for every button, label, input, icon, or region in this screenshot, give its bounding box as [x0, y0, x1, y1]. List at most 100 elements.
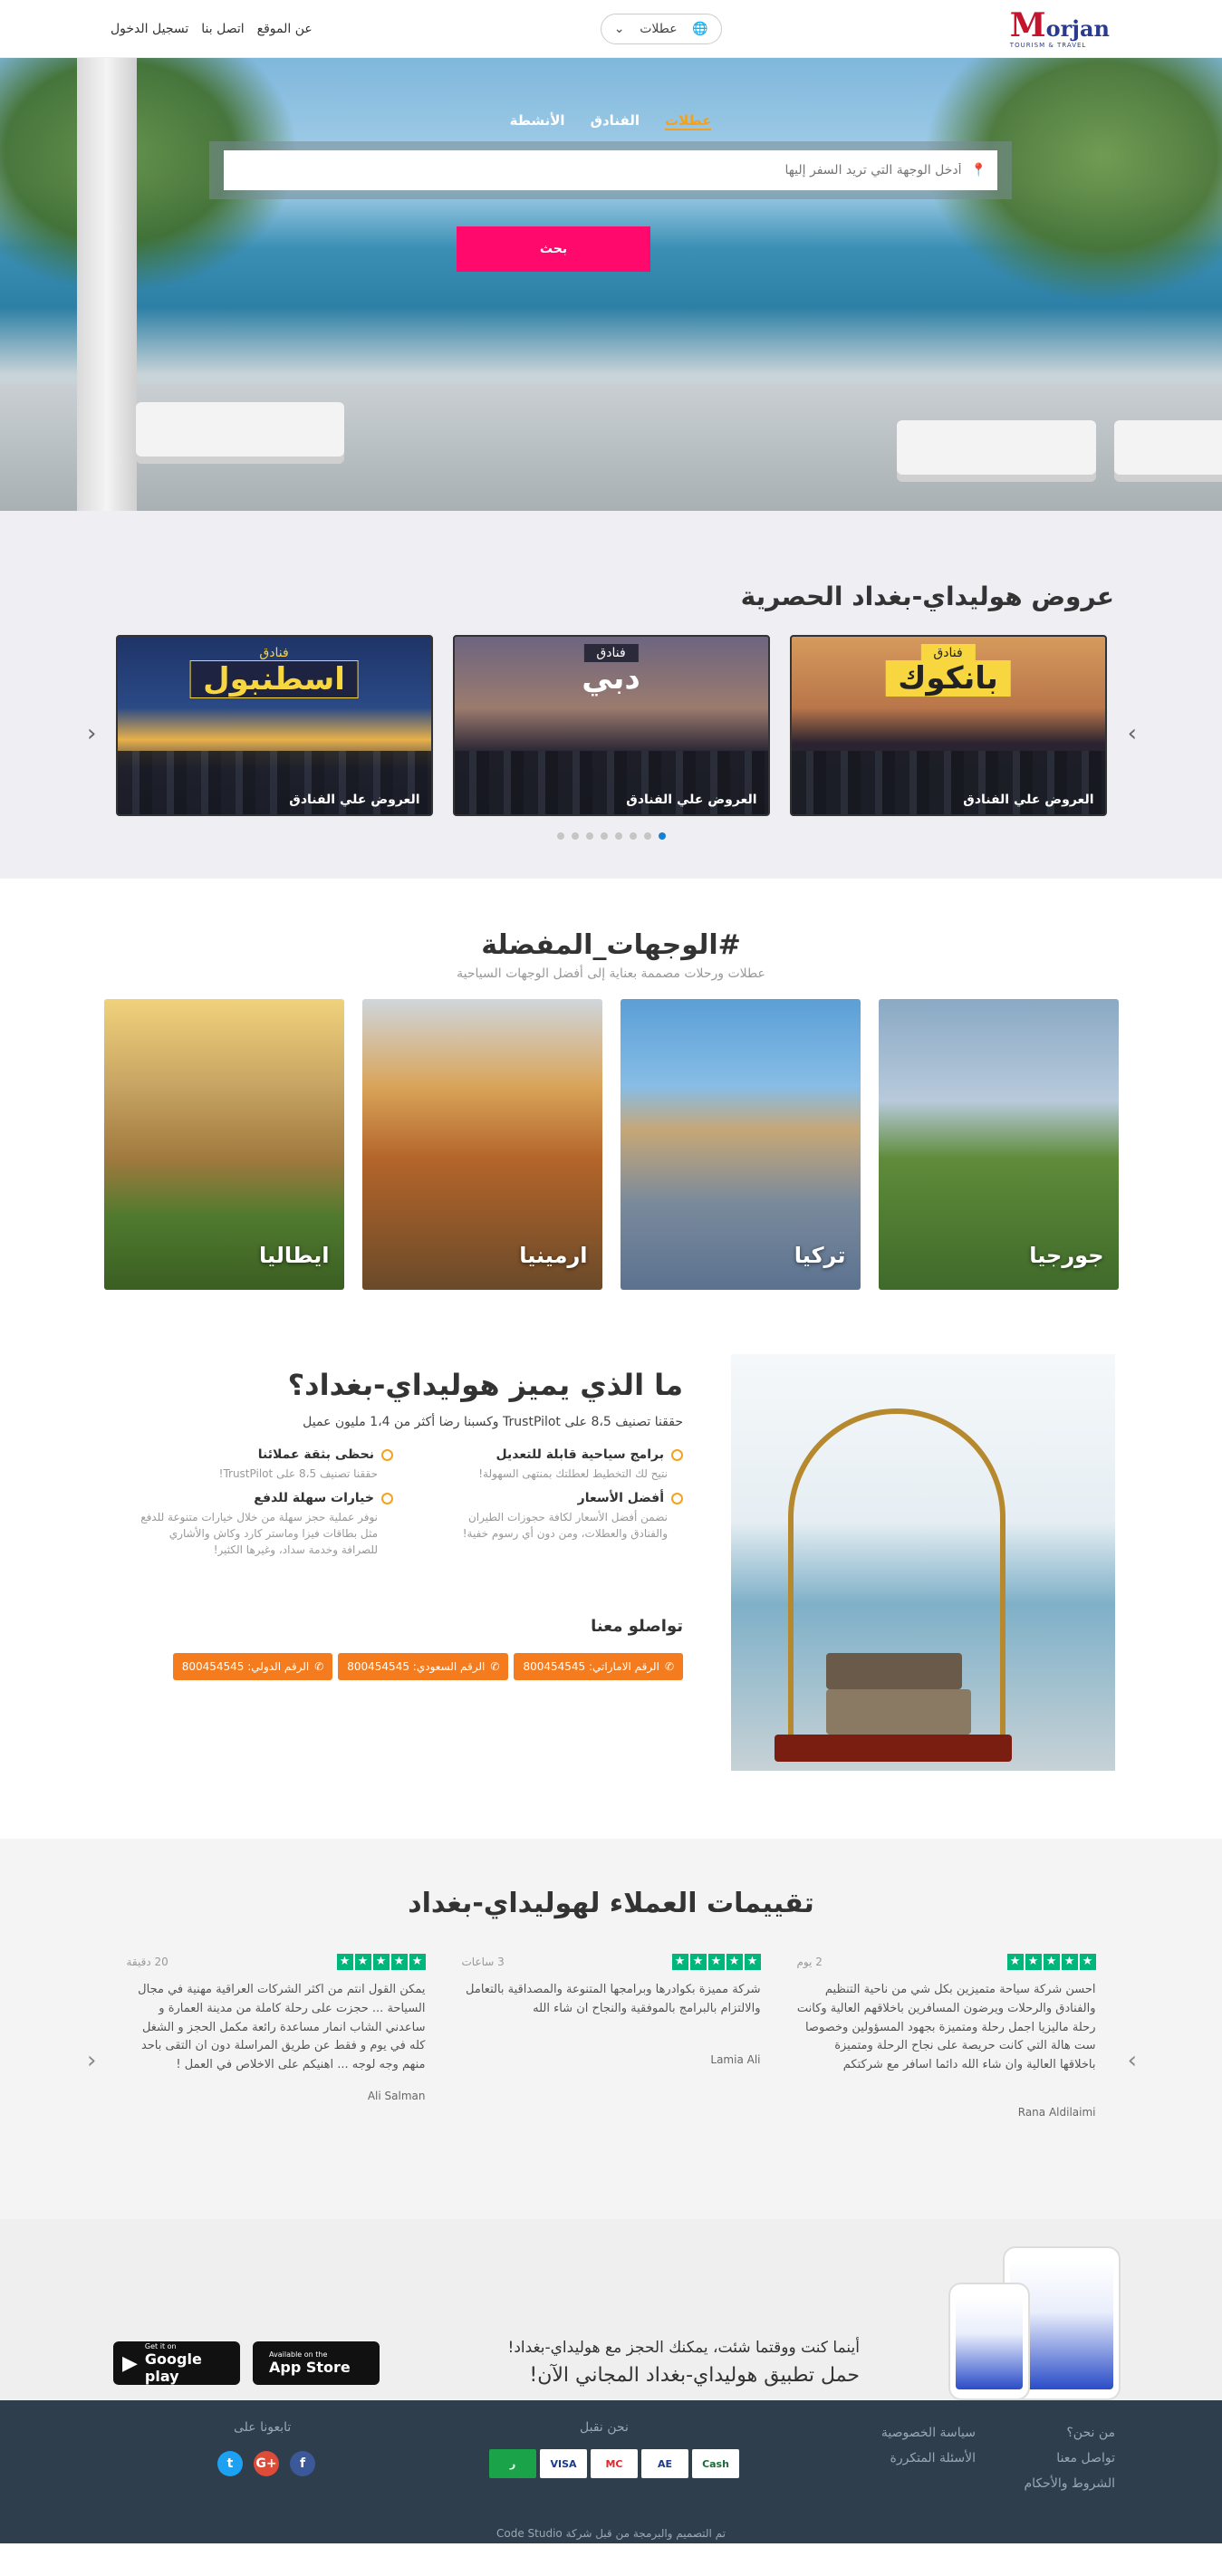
phone-saudi-button[interactable]: ✆ الرقم السعودي: 800454545 [338, 1653, 509, 1680]
destination-name: جورجيا [1029, 1243, 1104, 1268]
rating-stars: ★ ★ ★ ★ ★ [1006, 1954, 1096, 1970]
why-subtitle: حققنا تصنيف 8،5 على TrustPilot وكسبنا رض… [303, 1415, 683, 1429]
phone-label: الرقم الاماراتي: 800454545 [523, 1660, 659, 1673]
why-title: ما الذي يميز هوليداي-بغداد؟ [287, 1368, 683, 1402]
carousel-next-icon[interactable]: › [1128, 720, 1137, 747]
category-select[interactable]: 🌐 عطلات ⌄ [600, 13, 722, 44]
suitcase [826, 1653, 962, 1689]
tab-holidays[interactable]: عطلات [665, 112, 712, 130]
logo-mark: M [1009, 5, 1046, 44]
carousel-dot[interactable] [600, 832, 608, 840]
carousel-dot[interactable] [614, 832, 622, 840]
lounge-chair [136, 402, 344, 457]
offer-card[interactable]: فنادق دبي العروض علي الفنادق [452, 635, 770, 816]
app-store-button[interactable]: Available on the App Store [253, 2341, 380, 2385]
logo[interactable]: M orjan TOURISM & TRAVEL [1010, 9, 1110, 49]
review-card: ★ ★ ★ ★ ★ 20 دقيقة يمكن القول انتم من اكثر ا… [127, 1954, 426, 2119]
offer-tag: فنادق [259, 646, 289, 660]
carousel-dot[interactable] [643, 832, 651, 840]
nav-about[interactable]: عن الموقع [257, 22, 313, 36]
search-panel: عطلات الفنادق الأنشطة 📍 [209, 112, 1012, 199]
app-promo-text: أينما كنت ووقتما شئت، يمكنك الحجز مع هول… [508, 2339, 860, 2387]
phone-icon: ✆ [664, 1660, 674, 1673]
footer-links-col2: سياسة الخصوصية الأسئلة المتكررة [881, 2426, 976, 2476]
destinations-section: #الوجهات_المفضلة عطلات ورحلات مصممة بعنا… [0, 879, 1222, 1318]
destination-card-armenia[interactable]: ارمينيا [361, 999, 602, 1290]
payments-title: نحن نقبل [580, 2420, 629, 2435]
feature-text: حققنا تصنيف 8،5 على TrustPilot! [218, 1467, 378, 1480]
rating-stars: ★ ★ ★ ★ ★ [336, 1954, 426, 1970]
footer-link[interactable]: تواصل معنا [1025, 2451, 1115, 2465]
offer-city: دبي [582, 660, 640, 697]
nav-contact[interactable]: اتصل بنا [201, 22, 244, 36]
top-nav: عن الموقع اتصل بنا تسجيل الدخول [111, 22, 313, 36]
feature-title: برامج سياحية قابلة للتعديل [429, 1447, 683, 1462]
reviews-prev-icon[interactable]: ‹ [87, 2047, 96, 2074]
category-select-value: عطلات [640, 21, 678, 36]
facebook-icon[interactable]: f [290, 2451, 315, 2476]
review-author: Ali Salman [367, 2090, 426, 2102]
lounge-chair [897, 420, 1096, 475]
offer-tag: فنادق [583, 644, 639, 662]
feature-text: نتيح لك التخطيط لعطلتك بمنتهى السهولة! [478, 1467, 668, 1480]
offer-caption: العروض علي الفنادق [289, 793, 420, 807]
carousel-dots [0, 832, 1222, 840]
destination-card-turkey[interactable]: تركيا [620, 999, 861, 1290]
footer-link[interactable]: من نحن؟ [1025, 2426, 1115, 2440]
offer-card[interactable]: فنادق اسطنبول العروض علي الفنادق [115, 635, 433, 816]
feature-item: نحظى بثقة عملائنا حققنا تصنيف 8،5 على Tr… [140, 1447, 393, 1482]
phone-icon: ✆ [314, 1660, 324, 1673]
carousel-dot[interactable] [629, 832, 637, 840]
google-plus-icon[interactable]: G+ [254, 2451, 279, 2476]
review-author: Rana Aldilaimi [1017, 2106, 1096, 2119]
google-play-button[interactable]: ▶ Get it on Google play [113, 2341, 240, 2385]
destination-card-italy[interactable]: ايطاليا [103, 999, 344, 1290]
app-promo-section: أينما كنت ووقتما شئت، يمكنك الحجز مع هول… [0, 2219, 1222, 2400]
offer-city: اسطنبول [189, 660, 359, 698]
destination-name: ارمينيا [519, 1243, 588, 1268]
twitter-icon[interactable]: t [217, 2451, 243, 2476]
carousel-dot[interactable] [658, 832, 666, 840]
google-play-small: Get it on [144, 2341, 177, 2350]
carousel-prev-icon[interactable]: ‹ [87, 720, 96, 747]
destination-name: ايطاليا [259, 1243, 330, 1268]
review-body: احسن شركة سياحة متميزين بكل شي من ناحية … [796, 1983, 1096, 2072]
chevron-down-icon: ⌄ [613, 21, 625, 36]
offer-caption: العروض علي الفنادق [626, 793, 757, 807]
destination-card-georgia[interactable]: جورجيا [878, 999, 1119, 1290]
offers-title: عروض هوليداي-بغداد الحصرية [740, 582, 1114, 611]
phone-label: الرقم الدولي: 800454545 [181, 1660, 310, 1673]
phone-buttons: ✆ الرقم الاماراتي: 800454545 ✆ الرقم السعو… [172, 1653, 683, 1680]
tab-hotels[interactable]: الفنادق [591, 112, 640, 130]
search-input[interactable] [235, 163, 962, 178]
payment-logo: ر [489, 2449, 536, 2478]
footer-link[interactable]: الشروط والأحكام [1025, 2476, 1115, 2491]
nav-login[interactable]: تسجيل الدخول [111, 22, 188, 36]
phone-uae-button[interactable]: ✆ الرقم الاماراتي: 800454545 [514, 1653, 683, 1680]
carousel-dot[interactable] [571, 832, 579, 840]
tab-activities[interactable]: الأنشطة [510, 112, 565, 130]
phone-intl-button[interactable]: ✆ الرقم الدولي: 800454545 [172, 1653, 333, 1680]
review-card: ★ ★ ★ ★ ★ 3 ساعات شركة مميزة بكوادرها وبرامج… [462, 1954, 761, 2119]
offer-caption: العروض علي الفنادق [963, 793, 1094, 807]
footer-link[interactable]: الأسئلة المتكررة [881, 2451, 976, 2465]
footer-credit: تم التصميم والبرمجة من قبل شركة Code Stu… [496, 2527, 726, 2540]
reviews-carousel: ★ ★ ★ ★ ★ 2 يوم احسن شركة سياحة متميزين بكل … [0, 1954, 1222, 2119]
phone-mockup [948, 2283, 1030, 2400]
footer-link[interactable]: سياسة الخصوصية [881, 2426, 976, 2440]
reviews-next-icon[interactable]: › [1128, 2047, 1137, 2074]
carousel-dot[interactable] [585, 832, 593, 840]
search-field[interactable]: 📍 [224, 150, 997, 190]
store-badges: ▶ Get it on Google play Available on the A… [113, 2341, 380, 2385]
search-tabs: عطلات الفنادق الأنشطة [209, 112, 1012, 130]
feature-item: خيارات سهلة للدفع نوفر عملية حجز سهلة من… [140, 1491, 393, 1558]
offer-card[interactable]: فنادق بانكوك العروض علي الفنادق [789, 635, 1107, 816]
carousel-dot[interactable] [556, 832, 564, 840]
luggage-trolley-image [731, 1354, 1115, 1771]
search-button[interactable]: بحث [457, 226, 650, 272]
rating-stars: ★ ★ ★ ★ ★ [671, 1954, 761, 1970]
amex-logo: AE [641, 2449, 688, 2478]
review-body: شركة مميزة بكوادرها وبرامجها المتنوعة وا… [466, 1983, 761, 2015]
why-content: ما الذي يميز هوليداي-بغداد؟ حققنا تصنيف … [140, 1368, 683, 1558]
phones-illustration [939, 2246, 1121, 2400]
